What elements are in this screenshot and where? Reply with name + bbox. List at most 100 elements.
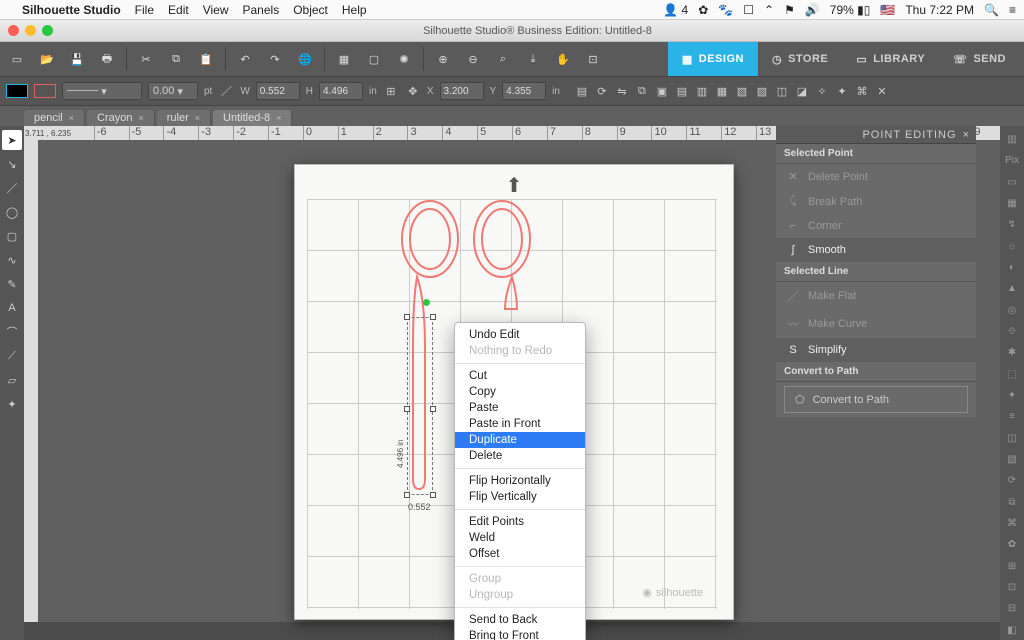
close-icon[interactable]: × <box>276 113 281 123</box>
zoom-drag-icon[interactable]: ⤓ <box>520 46 546 72</box>
bluetooth-icon[interactable]: ⌃ <box>764 3 774 17</box>
close-icon[interactable]: × <box>69 113 74 123</box>
ctx-flip-v[interactable]: Flip Vertically <box>455 489 585 505</box>
settings-icon[interactable]: ✺ <box>391 46 417 72</box>
nav-store[interactable]: ◷STORE <box>758 42 842 76</box>
arrange1-icon[interactable]: ▣ <box>654 83 670 99</box>
mirror-icon[interactable]: ⇋ <box>614 83 630 99</box>
menu-edit[interactable]: Edit <box>168 3 189 17</box>
corner-row[interactable]: ⌐Corner <box>776 214 976 238</box>
smooth-row[interactable]: ∫Smooth <box>776 238 976 262</box>
arrange6-icon[interactable]: ▨ <box>754 83 770 99</box>
menu-object[interactable]: Object <box>293 3 328 17</box>
group-icon[interactable]: ◫ <box>774 83 790 99</box>
panel-icon[interactable]: ≡ <box>1002 407 1022 426</box>
copy-icon[interactable]: ⧉ <box>163 46 189 72</box>
panel-icon[interactable]: ✱ <box>1002 343 1022 362</box>
replicate-icon[interactable]: ⧉ <box>634 83 650 99</box>
menu-help[interactable]: Help <box>342 3 367 17</box>
ctx-offset[interactable]: Offset <box>455 546 585 562</box>
edit-points-tool[interactable]: ↘ <box>2 154 22 174</box>
pan-icon[interactable]: ✋ <box>550 46 576 72</box>
panel-icon[interactable]: ✦ <box>1002 386 1022 405</box>
browser-icon[interactable]: 🌐 <box>292 46 318 72</box>
panel-icon[interactable]: ⊞ <box>1002 557 1022 576</box>
wifi-icon[interactable]: ⚑ <box>784 3 795 17</box>
arc-tool[interactable]: ⌒ <box>2 322 22 342</box>
panel-icon[interactable]: ⧉ <box>1002 493 1022 512</box>
eyedrop-tool[interactable]: ✦ <box>2 394 22 414</box>
break-path-row[interactable]: ⤹Break Path <box>776 189 976 214</box>
page-setup-icon[interactable]: ▥ <box>1002 130 1022 149</box>
resize-handle[interactable] <box>430 492 436 498</box>
simplify-row[interactable]: SSimplify <box>776 338 976 362</box>
close-button[interactable] <box>8 25 19 36</box>
zoom-select-icon[interactable]: ⌕ <box>490 46 516 72</box>
doc-tab[interactable]: pencil× <box>24 110 85 126</box>
panel-icon[interactable]: ▲ <box>1002 279 1022 298</box>
edit-point[interactable] <box>423 299 430 306</box>
zoom-in-icon[interactable]: ⊕ <box>430 46 456 72</box>
star-icon[interactable]: ✦ <box>834 83 850 99</box>
arrange4-icon[interactable]: ▦ <box>714 83 730 99</box>
rect-tool[interactable]: ▢ <box>2 226 22 246</box>
panel-icon[interactable]: ☼ <box>1002 237 1022 256</box>
rotate-icon[interactable]: ⟳ <box>594 83 610 99</box>
new-icon[interactable]: ▭ <box>4 46 30 72</box>
panel-icon[interactable]: ⟳ <box>1002 471 1022 490</box>
knife-tool[interactable]: ⟋ <box>2 346 22 366</box>
panel-icon[interactable]: ◫ <box>1002 429 1022 448</box>
menu-view[interactable]: View <box>203 3 229 17</box>
ctx-delete[interactable]: Delete <box>455 448 585 464</box>
menu-file[interactable]: File <box>135 3 154 17</box>
fit-icon[interactable]: ⊡ <box>580 46 606 72</box>
panel-icon[interactable]: ↯ <box>1002 215 1022 234</box>
lock-aspect-icon[interactable]: ⊞ <box>383 83 399 99</box>
line-tool-icon[interactable]: ／ <box>218 83 234 99</box>
tray-icon[interactable]: ☐ <box>743 3 754 17</box>
arrange2-icon[interactable]: ▤ <box>674 83 690 99</box>
panel-icon[interactable]: ▧ <box>1002 450 1022 469</box>
paste-icon[interactable]: 📋 <box>193 46 219 72</box>
zoom-out-icon[interactable]: ⊖ <box>460 46 486 72</box>
undo-icon[interactable]: ↶ <box>232 46 258 72</box>
stroke-width-dropdown[interactable]: 0.00▾ <box>148 82 198 100</box>
ctx-paste[interactable]: Paste <box>455 400 585 416</box>
panel-icon[interactable]: ⟐ <box>1002 322 1022 341</box>
select-tool[interactable]: ➤ <box>2 130 22 150</box>
doc-tab[interactable]: ruler× <box>157 110 211 126</box>
pix-icon[interactable]: Pix <box>1002 151 1022 170</box>
panel-icon[interactable]: ⊡ <box>1002 578 1022 597</box>
flag-icon[interactable]: 🇺🇸 <box>880 3 895 17</box>
ellipse-tool[interactable]: ◯ <box>2 202 22 222</box>
stroke-swatch[interactable] <box>34 84 56 98</box>
cut-icon[interactable]: ✂ <box>133 46 159 72</box>
pencil-tool[interactable]: ✎ <box>2 274 22 294</box>
ctx-send-back[interactable]: Send to Back <box>455 612 585 628</box>
app-name[interactable]: Silhouette Studio <box>22 3 121 17</box>
deselect-icon[interactable]: ▢ <box>361 46 387 72</box>
tray-icon[interactable]: ✿ <box>698 3 708 17</box>
curve-tool[interactable]: ∿ <box>2 250 22 270</box>
wand-icon[interactable]: ✧ <box>814 83 830 99</box>
close-icon[interactable]: × <box>963 129 970 141</box>
ctx-flip-h[interactable]: Flip Horizontally <box>455 473 585 489</box>
nav-design[interactable]: ▦DESIGN <box>668 42 758 76</box>
arrange3-icon[interactable]: ▥ <box>694 83 710 99</box>
panel-icon[interactable]: ▭ <box>1002 173 1022 192</box>
print-icon[interactable]: 🖶 <box>94 46 120 72</box>
text-tool[interactable]: A <box>2 298 22 318</box>
panel-icon[interactable]: ◐ <box>1002 258 1022 277</box>
height-input[interactable]: 4.496 <box>319 82 363 100</box>
ctx-duplicate[interactable]: Duplicate <box>455 432 585 448</box>
resize-handle[interactable] <box>404 314 410 320</box>
resize-handle[interactable] <box>404 492 410 498</box>
select-all-icon[interactable]: ▦ <box>331 46 357 72</box>
doc-tab[interactable]: Crayon× <box>87 110 155 126</box>
ctx-undo[interactable]: Undo Edit <box>455 327 585 343</box>
convert-to-path-button[interactable]: ⬠Convert to Path <box>784 386 968 413</box>
notification-icon[interactable]: ≡ <box>1009 3 1016 17</box>
link-icon[interactable]: ⌘ <box>854 83 870 99</box>
align-icon[interactable]: ▤ <box>574 83 590 99</box>
delete-point-row[interactable]: ✕Delete Point <box>776 164 976 189</box>
